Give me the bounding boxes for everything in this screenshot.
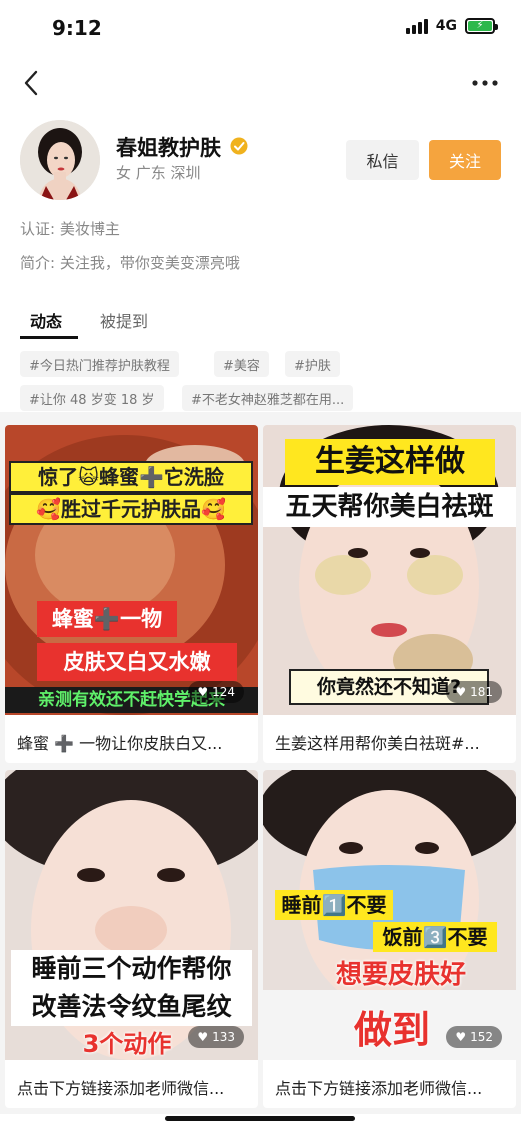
tab-posts[interactable]: 动态 bbox=[30, 308, 62, 332]
overlay-line-1: 惊了🙀蜂蜜➕它洗脸 bbox=[9, 461, 253, 493]
overlay-line-1: 睡前三个动作帮你 bbox=[11, 950, 252, 988]
profile-meta: 女 广东 深圳 bbox=[116, 164, 201, 182]
heart-icon: ♥ bbox=[455, 1030, 467, 1044]
overlay-line-4: 皮肤又白又水嫩 bbox=[37, 643, 237, 681]
more-button[interactable] bbox=[465, 68, 505, 98]
overlay-line-2: 饭前3️⃣不要 bbox=[373, 922, 497, 952]
signal-icon bbox=[405, 18, 428, 34]
status-time: 9:12 bbox=[52, 16, 102, 40]
post-thumbnail: 生姜这样做 五天帮你美白祛斑 你竟然还不知道? ♥ 181 bbox=[263, 425, 516, 715]
likes-count: 181 bbox=[470, 685, 493, 699]
status-indicators: 4G ⚡ bbox=[405, 18, 498, 34]
tag-chip[interactable]: #不老女神赵雅芝都在用... bbox=[182, 385, 354, 411]
overlay-line-2: 五天帮你美白祛斑 bbox=[263, 487, 516, 527]
chevron-left-icon bbox=[24, 70, 38, 96]
likes-count: 124 bbox=[212, 685, 235, 699]
verified-badge-icon bbox=[230, 137, 248, 155]
likes-badge: ♥ 181 bbox=[446, 681, 502, 703]
likes-badge: ♥ 133 bbox=[188, 1026, 244, 1048]
tab-mentioned[interactable]: 被提到 bbox=[100, 308, 148, 332]
post-title: 蜂蜜 ➕ 一物让你皮肤白又... bbox=[17, 734, 223, 753]
post-card[interactable]: 睡前三个动作帮你 改善法令纹鱼尾纹 3个动作 ♥ 133 点击下方链接添加老师微… bbox=[5, 770, 258, 1108]
network-type: 4G bbox=[435, 18, 457, 34]
tag-chip[interactable]: #今日热门推荐护肤教程 bbox=[20, 351, 179, 377]
overlay-line-1: 生姜这样做 bbox=[285, 439, 495, 485]
likes-badge: ♥ 152 bbox=[446, 1026, 502, 1048]
avatar[interactable] bbox=[20, 120, 100, 200]
status-bar: 9:12 4G ⚡ bbox=[0, 0, 521, 56]
likes-count: 152 bbox=[470, 1030, 493, 1044]
overlay-line-2: 改善法令纹鱼尾纹 bbox=[11, 988, 252, 1026]
tag-chip[interactable]: #让你 48 岁变 18 岁 bbox=[20, 385, 164, 411]
profile-header: 春姐教护肤 女 广东 深圳 私信 关注 认证: 美妆博主 简介: 关注我，带你变… bbox=[0, 56, 521, 342]
post-thumbnail: 睡前1️⃣不要 饭前3️⃣不要 想要皮肤好 做到 ♥ 152 bbox=[263, 770, 516, 1060]
heart-icon: ♥ bbox=[455, 685, 467, 699]
follow-button[interactable]: 关注 bbox=[429, 140, 501, 180]
tag-chip[interactable]: #护肤 bbox=[285, 351, 340, 377]
overlay-line-4: 做到 bbox=[353, 1008, 430, 1052]
certification-text: 认证: 美妆博主 bbox=[20, 220, 120, 238]
avatar-portrait-image bbox=[20, 120, 100, 200]
post-thumbnail: 惊了🙀蜂蜜➕它洗脸 🥰胜过千元护肤品🥰 蜂蜜➕一物 皮肤又白又水嫩 亲测有效还不… bbox=[5, 425, 258, 715]
tag-list: #今日热门推荐护肤教程 #美容 #护肤 #让你 48 岁变 18 岁 #不老女神… bbox=[0, 342, 521, 412]
post-card[interactable]: 生姜这样做 五天帮你美白祛斑 你竟然还不知道? ♥ 181 生姜这样用帮你美白祛… bbox=[263, 425, 516, 763]
home-indicator[interactable] bbox=[165, 1116, 355, 1121]
post-thumbnail: 睡前三个动作帮你 改善法令纹鱼尾纹 3个动作 ♥ 133 bbox=[5, 770, 258, 1060]
overlay-line-2: 🥰胜过千元护肤品🥰 bbox=[9, 493, 253, 525]
profile-name: 春姐教护肤 bbox=[116, 136, 221, 160]
heart-icon: ♥ bbox=[197, 1030, 209, 1044]
likes-badge: ♥ 124 bbox=[188, 681, 244, 703]
overlay-line-3: 3个动作 bbox=[82, 1030, 172, 1058]
message-button[interactable]: 私信 bbox=[346, 140, 419, 180]
back-button[interactable] bbox=[14, 66, 48, 100]
tag-chip[interactable]: #美容 bbox=[214, 351, 269, 377]
active-tab-indicator bbox=[20, 336, 78, 339]
post-title: 点击下方链接添加老师微信... bbox=[275, 1079, 483, 1098]
overlay-line-3: 蜂蜜➕一物 bbox=[37, 601, 177, 637]
overlay-line-3: 想要皮肤好 bbox=[335, 960, 466, 990]
post-card[interactable]: 惊了🙀蜂蜜➕它洗脸 🥰胜过千元护肤品🥰 蜂蜜➕一物 皮肤又白又水嫩 亲测有效还不… bbox=[5, 425, 258, 763]
post-title: 生姜这样用帮你美白祛斑#... bbox=[275, 734, 480, 753]
heart-icon: ♥ bbox=[197, 685, 209, 699]
post-card[interactable]: 睡前1️⃣不要 饭前3️⃣不要 想要皮肤好 做到 ♥ 152 点击下方链接添加老… bbox=[263, 770, 516, 1108]
battery-charging-icon: ⚡ bbox=[465, 18, 498, 34]
likes-count: 133 bbox=[212, 1030, 235, 1044]
post-title: 点击下方链接添加老师微信... bbox=[17, 1079, 225, 1098]
more-dots-icon bbox=[472, 80, 498, 86]
bio-text: 简介: 关注我，带你变美变漂亮哦 bbox=[20, 254, 240, 272]
overlay-line-1: 睡前1️⃣不要 bbox=[275, 890, 393, 920]
